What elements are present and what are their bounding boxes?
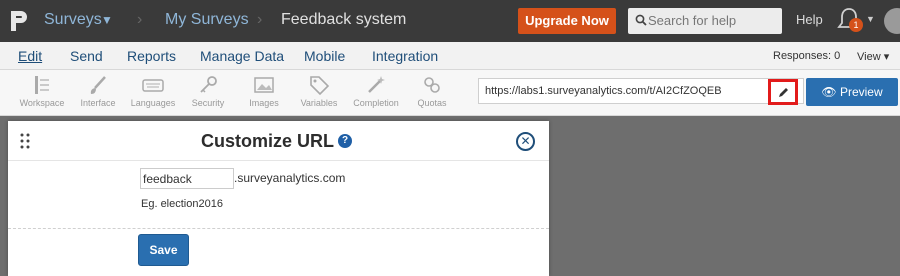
- magic-wand-icon: [368, 76, 385, 93]
- menu-manage-data[interactable]: Manage Data: [200, 48, 284, 64]
- preview-button[interactable]: 👁 Preview: [806, 78, 898, 106]
- help-icon[interactable]: ?: [338, 134, 352, 148]
- drag-handle-icon[interactable]: [20, 133, 30, 149]
- view-menu[interactable]: View ▾: [857, 50, 889, 63]
- surveys-dropdown-icon[interactable]: ▼: [101, 13, 113, 27]
- menu-send[interactable]: Send: [70, 48, 103, 64]
- brush-icon: [90, 76, 106, 94]
- keyboard-icon: [142, 79, 164, 92]
- dialog-divider: [8, 228, 549, 229]
- avatar[interactable]: [884, 8, 900, 34]
- save-button[interactable]: Save: [138, 234, 189, 266]
- workspace-icon: [35, 76, 49, 94]
- toolbar-security[interactable]: Security: [188, 74, 228, 108]
- help-link[interactable]: Help: [796, 12, 823, 27]
- dialog-header: Customize URL ? ✕: [8, 121, 549, 161]
- toolbar-interface-label: Interface: [80, 98, 116, 108]
- breadcrumb-my-surveys[interactable]: My Surveys: [165, 11, 249, 29]
- toolbar-quotas-label: Quotas: [417, 98, 447, 108]
- dialog-title: Customize URL: [201, 131, 335, 151]
- toolbar: Workspace Interface Languages Security I…: [0, 70, 900, 116]
- toolbar-interface[interactable]: Interface: [76, 74, 120, 108]
- quotas-icon: [424, 77, 440, 93]
- responses-count: Responses: 0: [773, 50, 841, 62]
- toolbar-variables-label: Variables: [300, 98, 338, 108]
- toolbar-quotas[interactable]: Quotas: [414, 74, 450, 108]
- eye-icon: 👁: [821, 85, 837, 99]
- menu-integration[interactable]: Integration: [372, 48, 438, 64]
- customize-url-dialog: Customize URL ? ✕ .surveyanalytics.com E…: [8, 121, 549, 276]
- toolbar-workspace-label: Workspace: [19, 98, 65, 108]
- survey-url-field[interactable]: https://labs1.surveyanalytics.com/t/AI2C…: [478, 78, 804, 104]
- toolbar-images-label: Images: [249, 98, 279, 108]
- toolbar-security-label: Security: [191, 98, 225, 108]
- notification-dropdown-icon[interactable]: ▼: [866, 14, 875, 24]
- example-hint: Eg. election2016: [141, 198, 223, 210]
- notification-badge: 1: [849, 18, 863, 32]
- survey-url-text: https://labs1.surveyanalytics.com/t/AI2C…: [485, 85, 722, 97]
- toolbar-images[interactable]: Images: [244, 74, 284, 108]
- breadcrumb-current-survey: Feedback system: [281, 11, 407, 28]
- upgrade-now-button[interactable]: Upgrade Now: [518, 8, 616, 34]
- subdomain-input[interactable]: [140, 168, 234, 189]
- toolbar-workspace[interactable]: Workspace: [18, 74, 66, 108]
- tag-icon: [310, 76, 330, 96]
- menu-bar: Edit Send Reports Manage Data Mobile Int…: [0, 42, 900, 70]
- app-logo-icon[interactable]: [8, 9, 30, 33]
- menu-reports[interactable]: Reports: [127, 48, 176, 64]
- menu-edit[interactable]: Edit: [18, 48, 42, 64]
- key-icon: [200, 76, 217, 93]
- breadcrumb-separator: ›: [137, 11, 143, 28]
- nav-surveys[interactable]: Surveys: [44, 11, 102, 29]
- toolbar-variables[interactable]: Variables: [297, 74, 341, 108]
- toolbar-completion[interactable]: Completion: [350, 74, 402, 108]
- preview-label: Preview: [839, 85, 883, 99]
- search-placeholder: Search for help: [648, 13, 737, 28]
- edit-url-button[interactable]: [768, 79, 798, 105]
- image-icon: [254, 77, 274, 93]
- toolbar-languages[interactable]: Languages: [128, 74, 178, 108]
- domain-suffix: .surveyanalytics.com: [234, 171, 346, 185]
- menu-mobile[interactable]: Mobile: [304, 48, 345, 64]
- help-search-input[interactable]: Search for help: [628, 8, 782, 34]
- close-icon[interactable]: ✕: [516, 132, 535, 151]
- search-icon: [635, 14, 647, 26]
- toolbar-languages-label: Languages: [130, 98, 176, 108]
- toolbar-completion-label: Completion: [353, 98, 399, 108]
- breadcrumb-separator: ›: [257, 11, 263, 28]
- top-bar: Surveys ▼ › My Surveys › Feedback system…: [0, 0, 900, 42]
- pencil-icon: [779, 88, 788, 97]
